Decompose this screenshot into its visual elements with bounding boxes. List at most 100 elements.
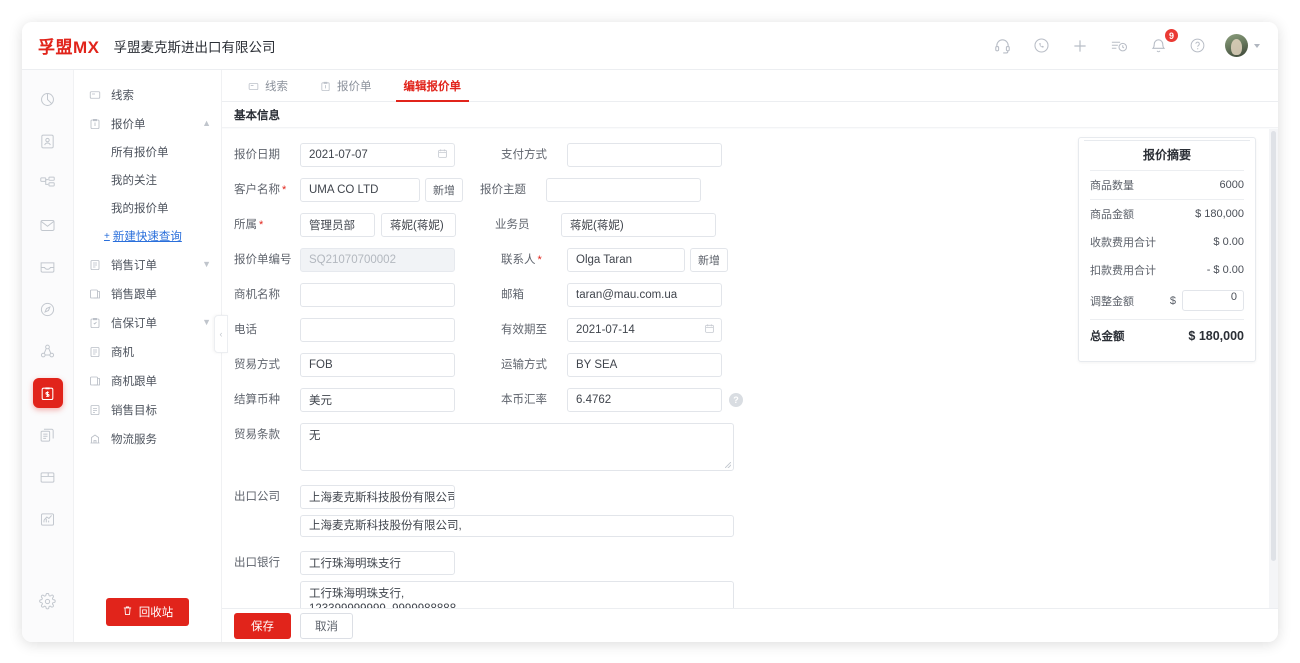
rail-item-network[interactable]	[33, 336, 63, 366]
exchange-rate-input[interactable]: 6.4762	[567, 388, 722, 412]
sidebar-subitem-my-follows[interactable]: 我的关注	[74, 166, 221, 194]
quote-icon	[320, 81, 331, 92]
chevron-down-icon[interactable]: ▼	[202, 318, 211, 327]
scrollbar-track[interactable]	[1269, 129, 1278, 608]
sidebar-subitem-my-quotes[interactable]: 我的报价单	[74, 194, 221, 222]
tab-quotation[interactable]: 报价单	[304, 78, 388, 101]
sidebar-item-sales-follow[interactable]: 销售跟单	[74, 279, 221, 308]
calendar-icon[interactable]	[704, 323, 715, 334]
export-company-detail-textarea[interactable]: 上海麦克斯科技股份有限公司,	[300, 515, 734, 537]
field-label: 支付方式	[489, 143, 567, 167]
customer-name-select[interactable]: UMA CO LTD	[300, 178, 420, 202]
payment-method-select[interactable]	[567, 143, 722, 167]
summary-row-quantity: 商品数量 6000	[1090, 171, 1244, 200]
recycle-bin-button[interactable]: 回收站	[106, 598, 190, 626]
sidebar-item-opportunity[interactable]: 商机	[74, 337, 221, 366]
required-mark: *	[259, 219, 263, 231]
sidebar-item-credit-order[interactable]: 信保订单 ▼	[74, 308, 221, 337]
tab-clues[interactable]: 线索	[232, 78, 304, 101]
field-currency: 结算币种 美元	[222, 388, 455, 412]
rail-item-chart[interactable]	[33, 504, 63, 534]
sidebar-item-sales-target[interactable]: 销售目标	[74, 395, 221, 424]
field-label: 本币汇率	[489, 388, 567, 412]
sidebar-subitem-all-quotes[interactable]: 所有报价单	[74, 138, 221, 166]
export-company-select[interactable]: 上海麦克斯科技股份有限公司	[300, 485, 455, 509]
valid-until-input[interactable]: 2021-07-14	[567, 318, 722, 342]
phone-input[interactable]	[300, 318, 455, 342]
sidebar-item-quotation[interactable]: 报价单 ▲	[74, 109, 221, 138]
field-label: 贸易方式	[222, 353, 300, 377]
tag-icon	[88, 88, 102, 102]
field-label: 运输方式	[489, 353, 567, 377]
field-customer-name: 客户名称* UMA CO LTD 新增	[222, 178, 463, 202]
form-row-currency-rate: 结算币种 美元 本币汇率 6.4762 ?	[222, 388, 1278, 412]
sidebar-item-label: 商机	[111, 344, 134, 360]
cancel-button[interactable]: 取消	[300, 613, 353, 639]
field-valid-until: 有效期至 2021-07-14	[489, 318, 722, 342]
header-actions: 9	[991, 34, 1260, 57]
sidebar-item-opportunity-follow[interactable]: 商机跟单	[74, 366, 221, 395]
currency-select[interactable]: 美元	[300, 388, 455, 412]
help-icon[interactable]: ?	[729, 393, 743, 407]
chevron-down-icon[interactable]: ▼	[202, 260, 211, 269]
field-export-bank: 出口银行 工行珠海明珠支行 工行珠海明珠支行, 123399999999, 99…	[222, 551, 734, 608]
plus-icon[interactable]	[1069, 35, 1091, 57]
headset-icon[interactable]	[991, 35, 1013, 57]
chevron-up-icon[interactable]: ▲	[202, 119, 211, 128]
rail-item-contacts[interactable]	[33, 126, 63, 156]
summary-total-value: $ 180,000	[1188, 329, 1244, 343]
rail-item-settings[interactable]	[33, 586, 63, 616]
contact-select[interactable]: Olga Taran	[567, 248, 685, 272]
export-bank-select[interactable]: 工行珠海明珠支行	[300, 551, 455, 575]
scrollbar-thumb[interactable]	[1271, 131, 1276, 561]
field-contact: 联系人* Olga Taran 新增	[489, 248, 728, 272]
trade-clause-textarea[interactable]: 无	[300, 423, 734, 471]
calendar-icon[interactable]	[437, 148, 448, 159]
rail-item-inbox[interactable]	[33, 252, 63, 282]
adjust-amount-input[interactable]: 0	[1182, 290, 1244, 311]
rail-item-compass[interactable]	[33, 294, 63, 324]
save-button[interactable]: 保存	[234, 613, 291, 639]
opportunity-name-select[interactable]	[300, 283, 455, 307]
rail-item-org[interactable]	[33, 168, 63, 198]
form-row-export-company: 出口公司 上海麦克斯科技股份有限公司 上海麦克斯科技股份有限公司,	[222, 485, 1278, 537]
sidebar-item-label: 销售订单	[111, 257, 157, 273]
belong-dept-select[interactable]: 管理员部	[300, 213, 375, 237]
help-circle-icon[interactable]	[1186, 35, 1208, 57]
sidebar-item-sales-order[interactable]: 销售订单 ▼	[74, 250, 221, 279]
rail-item-dashboard[interactable]	[33, 84, 63, 114]
brand: 孚盟MX 孚盟麦克斯进出口有限公司	[38, 33, 276, 58]
sidebar-item-logistics[interactable]: 物流服务	[74, 424, 221, 453]
user-menu[interactable]	[1225, 34, 1260, 57]
quote-subject-input[interactable]	[546, 178, 701, 202]
field-quote-subject: 报价主题	[468, 178, 701, 202]
rail-item-mail[interactable]	[33, 210, 63, 240]
field-label: 客户名称*	[222, 178, 300, 202]
add-customer-button[interactable]: 新增	[425, 178, 463, 202]
shipping-method-select[interactable]: BY SEA	[567, 353, 722, 377]
form-row-trade-clause: 贸易条款 无	[222, 423, 1278, 471]
field-belong: 所属* 管理员部 蒋妮(蒋妮)	[222, 213, 456, 237]
sidebar-subitem-new-quick-query[interactable]: + 新建快速查询	[74, 222, 221, 250]
add-contact-button[interactable]: 新增	[690, 248, 728, 272]
export-bank-detail-textarea[interactable]: 工行珠海明珠支行, 123399999999, 9999988888, 珠海香洲…	[300, 581, 734, 608]
rail-item-documents[interactable]	[33, 420, 63, 450]
email-input[interactable]: taran@mau.com.ua	[567, 283, 722, 307]
rail-item-quotation[interactable]	[33, 378, 63, 408]
field-label: 有效期至	[489, 318, 567, 342]
rail-item-archive[interactable]	[33, 462, 63, 492]
tab-edit-quotation[interactable]: 编辑报价单	[388, 78, 478, 101]
quote-date-input[interactable]: 2021-07-07	[300, 143, 455, 167]
belong-person-select[interactable]: 蒋妮(蒋妮)	[381, 213, 456, 237]
sidebar-collapse-handle[interactable]: ‹	[214, 315, 228, 353]
form-row-export-bank: 出口银行 工行珠海明珠支行 工行珠海明珠支行, 123399999999, 99…	[222, 551, 1278, 608]
bell-icon[interactable]: 9	[1147, 35, 1169, 57]
sidebar-item-clues[interactable]: 线索	[74, 80, 221, 109]
trade-terms-select[interactable]: FOB	[300, 353, 455, 377]
whatsapp-icon[interactable]	[1030, 35, 1052, 57]
salesman-select[interactable]: 蒋妮(蒋妮)	[561, 213, 716, 237]
history-icon[interactable]	[1108, 35, 1130, 57]
sidebar-subitem-label: 我的关注	[111, 172, 157, 188]
app-header: 孚盟MX 孚盟麦克斯进出口有限公司	[22, 22, 1278, 70]
field-opportunity-name: 商机名称	[222, 283, 455, 307]
